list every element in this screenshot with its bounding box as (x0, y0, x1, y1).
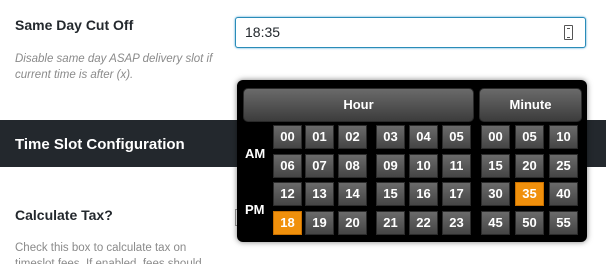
minute-cell-15[interactable]: 15 (481, 154, 510, 178)
time-picker-icon[interactable] (564, 25, 573, 40)
minute-cell-10[interactable]: 10 (549, 125, 578, 149)
hour-cell-12[interactable]: 12 (273, 182, 302, 206)
hour-cell-08[interactable]: 08 (338, 154, 367, 178)
hour-cell-04[interactable]: 04 (409, 125, 438, 149)
same-day-cutoff-input[interactable]: 18:35 (235, 17, 586, 48)
minute-cell-40[interactable]: 40 (549, 182, 578, 206)
hour-cell-05[interactable]: 05 (442, 125, 471, 149)
minute-cell-25[interactable]: 25 (549, 154, 578, 178)
hour-cell-06[interactable]: 06 (273, 154, 302, 178)
hour-cell-14[interactable]: 14 (338, 182, 367, 206)
minute-cell-00[interactable]: 00 (481, 125, 510, 149)
minute-cell-50[interactable]: 50 (515, 211, 544, 235)
pm-label: PM (245, 202, 265, 217)
hour-cell-01[interactable]: 01 (305, 125, 334, 149)
tax-help-line-1: Check this box to calculate tax on (15, 242, 187, 254)
minute-cell-55[interactable]: 55 (549, 211, 578, 235)
hour-cell-02[interactable]: 02 (338, 125, 367, 149)
same-day-help-line-1: Disable same day ASAP delivery slot if (15, 53, 213, 65)
calculate-tax-label: Calculate Tax? (15, 207, 113, 223)
same-day-help-line-2: current time is after (x). (15, 69, 134, 81)
hour-cell-15[interactable]: 15 (376, 182, 405, 206)
minute-cell-45[interactable]: 45 (481, 211, 510, 235)
minute-cell-30[interactable]: 30 (481, 182, 510, 206)
tax-help-line-2: timeslot fees. If enabled, fees should (15, 258, 202, 264)
am-label: AM (245, 146, 266, 161)
hour-cell-00[interactable]: 00 (273, 125, 302, 149)
hour-cell-17[interactable]: 17 (442, 182, 471, 206)
hour-cell-20[interactable]: 20 (338, 211, 367, 235)
minute-cell-35[interactable]: 35 (515, 182, 544, 206)
minute-header: Minute (479, 88, 582, 122)
hour-cell-18[interactable]: 18 (273, 211, 302, 235)
hour-cell-16[interactable]: 16 (409, 182, 438, 206)
hour-cell-09[interactable]: 09 (376, 154, 405, 178)
hour-header: Hour (243, 88, 474, 122)
section-title: Time Slot Configuration (15, 136, 185, 153)
same-day-cutoff-label: Same Day Cut Off (15, 17, 134, 33)
minute-cell-05[interactable]: 05 (515, 125, 544, 149)
hour-cell-13[interactable]: 13 (305, 182, 334, 206)
hour-cell-10[interactable]: 10 (409, 154, 438, 178)
hour-cell-21[interactable]: 21 (376, 211, 405, 235)
hour-cell-11[interactable]: 11 (442, 154, 471, 178)
hour-cell-07[interactable]: 07 (305, 154, 334, 178)
hour-cell-23[interactable]: 23 (442, 211, 471, 235)
hour-cell-03[interactable]: 03 (376, 125, 405, 149)
minute-cell-20[interactable]: 20 (515, 154, 544, 178)
hour-cell-22[interactable]: 22 (409, 211, 438, 235)
hour-cell-19[interactable]: 19 (305, 211, 334, 235)
